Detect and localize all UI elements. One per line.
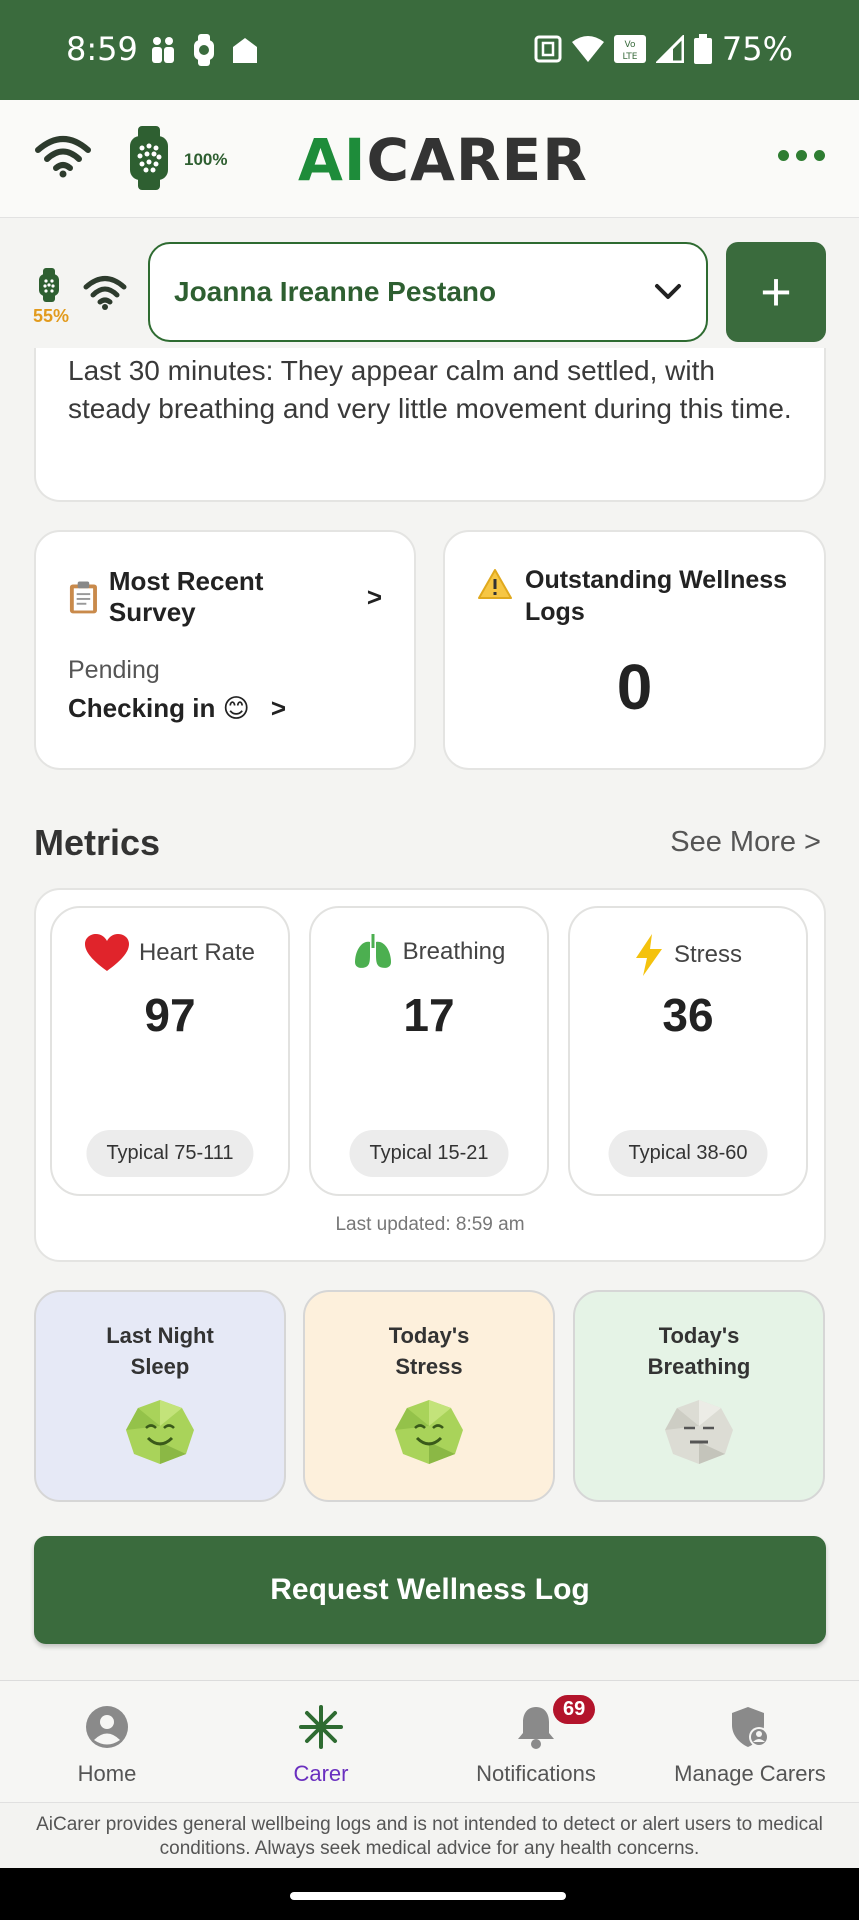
- svg-text:Vo: Vo: [624, 40, 635, 50]
- happy-face-icon: [395, 1400, 463, 1464]
- metrics-card: Heart Rate 97 Typical 75-111 Breathing 1…: [34, 888, 826, 1262]
- nav-home[interactable]: Home: [0, 1701, 214, 1787]
- chevron-down-icon: [655, 284, 681, 299]
- bell-icon: [518, 1707, 554, 1749]
- todays-breathing-card[interactable]: Today's Breathing: [573, 1290, 825, 1502]
- heart-rate-value: 97: [144, 989, 196, 1041]
- watch-battery: 100%: [184, 150, 228, 169]
- patient-watch-battery: 55%: [33, 306, 70, 326]
- snowflake-icon: [299, 1705, 343, 1749]
- outstanding-logs-card[interactable]: Outstanding Wellness Logs 0: [443, 530, 826, 770]
- shield-user-icon: [732, 1707, 769, 1747]
- survey-link[interactable]: Checking in 😊 >: [68, 693, 382, 724]
- patient-selector-row: 55% Joanna Ireanne Pestano +: [0, 218, 859, 348]
- patient-name: Joanna Ireanne Pestano: [174, 276, 497, 307]
- breathing-typical: Typical 15-21: [349, 1130, 509, 1177]
- smartwatch-icon: [130, 126, 168, 190]
- survey-title-arrow: >: [366, 581, 382, 612]
- app-header: 100% AICARER: [0, 100, 859, 218]
- breathing-value: 17: [403, 989, 455, 1041]
- recent-survey-card[interactable]: Most Recent Survey > Pending Checking in…: [34, 530, 416, 770]
- metric-heart-rate[interactable]: Heart Rate 97 Typical 75-111: [50, 906, 290, 1196]
- disclaimer-text: AiCarer provides general wellbeing logs …: [0, 1802, 859, 1868]
- request-wellness-log-button[interactable]: Request Wellness Log: [34, 1536, 826, 1644]
- survey-status: Pending: [68, 656, 160, 684]
- last-night-sleep-card[interactable]: Last Night Sleep: [34, 1290, 286, 1502]
- watch-icon: [194, 34, 214, 66]
- outstanding-logs-title: Outstanding Wellness Logs: [525, 566, 788, 626]
- profile-icon: [86, 1706, 128, 1748]
- wifi-icon: [35, 136, 91, 178]
- metric-breathing[interactable]: Breathing 17 Typical 15-21: [309, 906, 549, 1196]
- neutral-face-icon: [665, 1400, 733, 1464]
- warning-icon: [478, 569, 512, 599]
- patient-dropdown[interactable]: Joanna Ireanne Pestano: [148, 242, 708, 342]
- happy-face-icon: [126, 1400, 194, 1464]
- svg-text:LTE: LTE: [622, 52, 637, 62]
- clipboard-icon: [69, 581, 97, 614]
- signal-icon: [655, 35, 684, 63]
- lungs-icon: [354, 934, 391, 968]
- home-icon: [233, 38, 257, 63]
- home-gesture-bar[interactable]: [290, 1892, 566, 1900]
- notifications-badge: 69: [553, 1695, 596, 1724]
- heart-icon: [84, 934, 129, 971]
- nav-notifications[interactable]: 69 Notifications: [429, 1695, 643, 1787]
- nav-manage-carers[interactable]: Manage Carers: [643, 1701, 857, 1787]
- users-icon: [152, 37, 174, 63]
- wifi-icon: [571, 36, 604, 62]
- nav-carer[interactable]: Carer: [214, 1701, 428, 1787]
- lightning-icon: [635, 934, 662, 976]
- see-more-link[interactable]: See More >: [670, 826, 821, 859]
- todays-stress-card[interactable]: Today's Stress: [303, 1290, 555, 1502]
- battery-icon: [693, 34, 712, 64]
- volte-icon: Vo LTE: [613, 35, 646, 63]
- metrics-last-updated: Last updated: 8:59 am: [335, 1214, 525, 1235]
- bottom-navigation: Home Carer 69 Notifications Manage Carer…: [0, 1680, 859, 1802]
- stress-value: 36: [662, 989, 714, 1041]
- nfc-icon: [534, 35, 562, 63]
- metrics-heading: Metrics: [34, 822, 161, 863]
- more-options-icon[interactable]: [778, 150, 825, 161]
- smartwatch-icon: [39, 268, 59, 302]
- status-bar: 8:59 Vo LTE 75%: [0, 0, 859, 100]
- add-patient-button[interactable]: +: [726, 242, 826, 342]
- system-navigation-bar: [0, 1868, 859, 1920]
- status-time: 8:59: [66, 30, 138, 68]
- battery-level: 75%: [721, 30, 793, 68]
- metric-stress[interactable]: Stress 36 Typical 38-60: [568, 906, 808, 1196]
- wifi-icon: [83, 276, 127, 310]
- survey-title: Most Recent Survey: [108, 566, 264, 627]
- outstanding-logs-count: 0: [616, 651, 653, 723]
- heart-rate-typical: Typical 75-111: [86, 1130, 254, 1177]
- app-logo: AICARER: [298, 126, 588, 194]
- activity-summary-text: Last 30 minutes: They appear calm and se…: [68, 355, 792, 424]
- stress-typical: Typical 38-60: [608, 1130, 768, 1177]
